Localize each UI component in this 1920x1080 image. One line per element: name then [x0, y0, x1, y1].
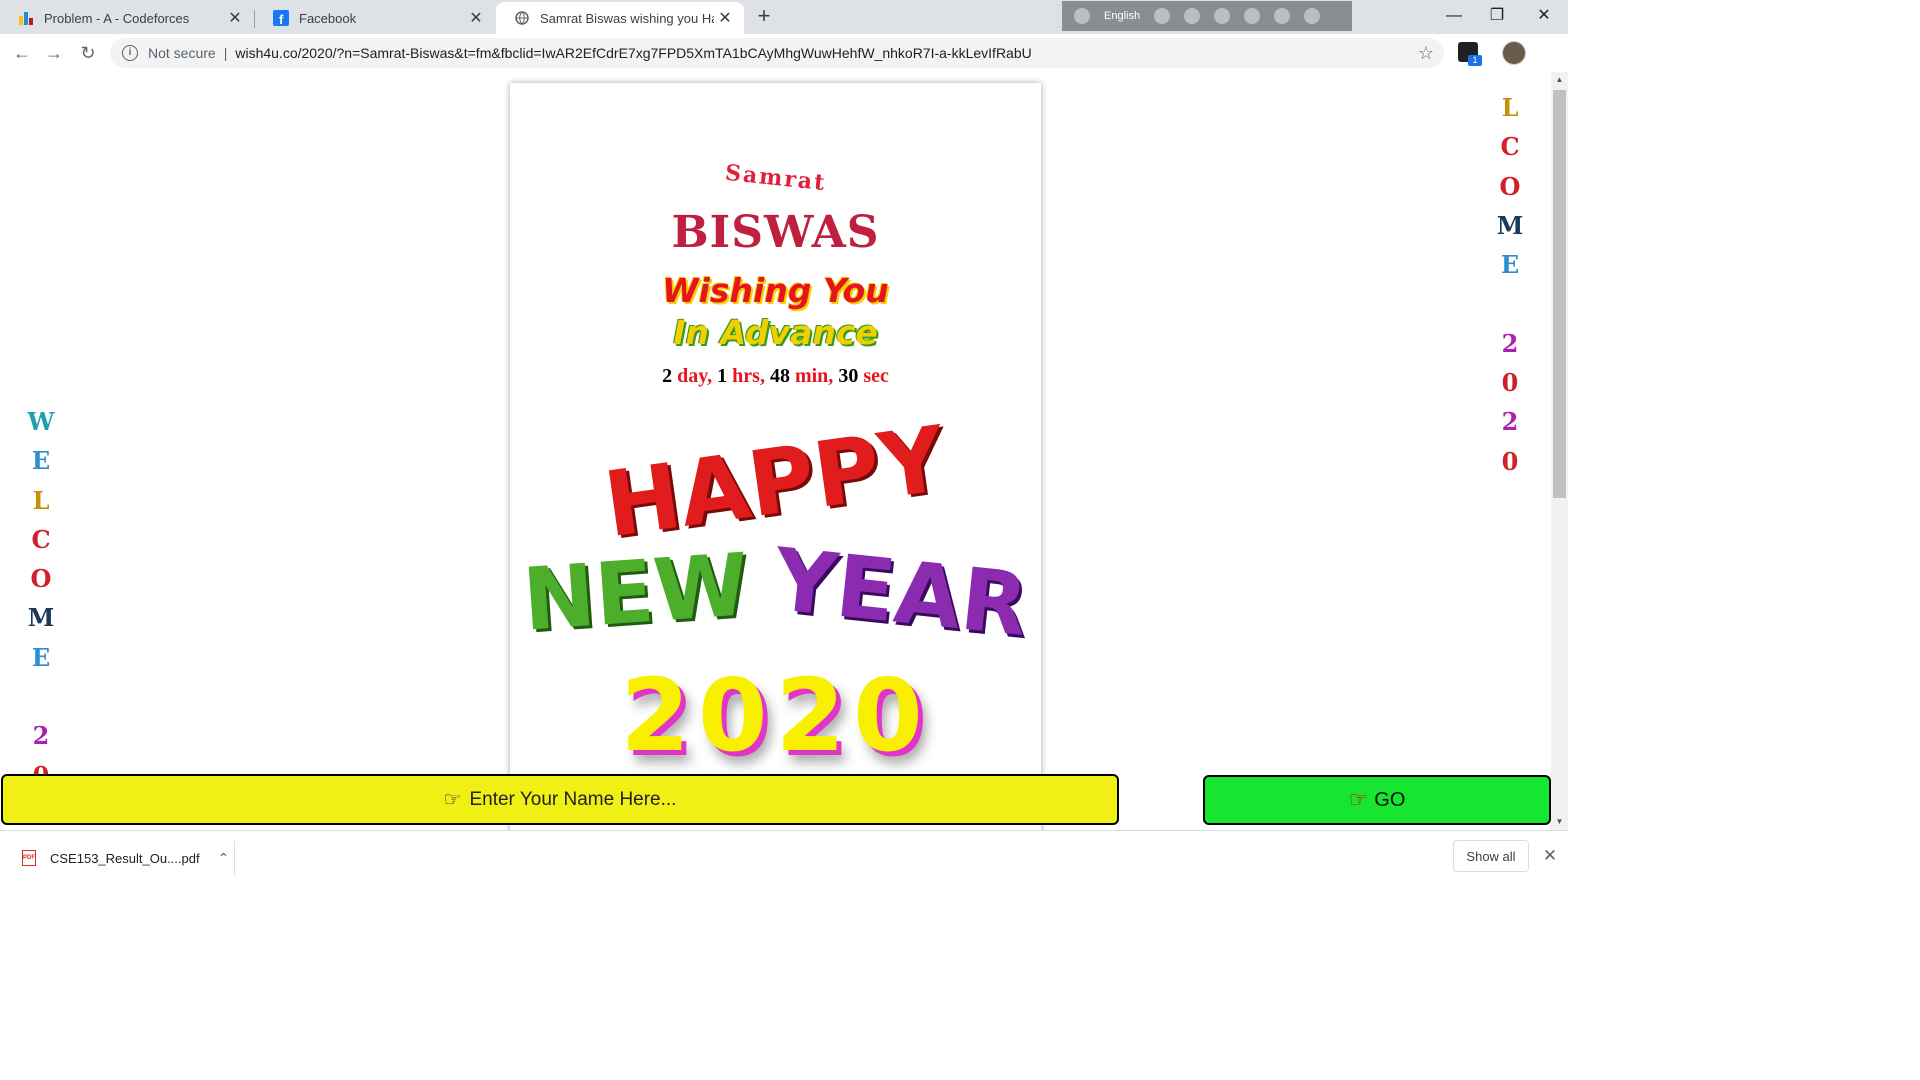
year-word-text: YEAR: [769, 530, 1033, 656]
welcome-column-right: L C O M E 2 0 2 0: [1495, 88, 1525, 481]
happy-heading: HAPPY: [510, 407, 1041, 559]
new-text: NEW: [519, 535, 752, 651]
avatar[interactable]: [1502, 41, 1526, 65]
recipient-last-name: BISWAS: [671, 207, 880, 258]
countdown-timer: 2 day, 1 hrs, 48 min, 30 sec: [660, 365, 891, 388]
extension-badge: 1: [1468, 55, 1482, 66]
letter: O: [1499, 171, 1521, 201]
tab-wish4u[interactable]: Samrat Biswas wishing you Happ ✕: [496, 2, 744, 34]
download-shelf: PDF CSE153_Result_Ou....pdf ⌃ Show all ✕: [0, 830, 1568, 883]
greeting-card: Samrat BISWAS Wishing You In Advance 2 d…: [510, 83, 1041, 830]
countdown-minutes: 48: [769, 365, 790, 387]
letter: L: [32, 485, 50, 515]
new-tab-button[interactable]: +: [754, 4, 774, 28]
letter: W: [27, 407, 55, 436]
settings-icon[interactable]: [1214, 8, 1231, 24]
countdown-hours: 1: [717, 365, 728, 387]
letter: C: [31, 524, 51, 554]
letter: 0: [1501, 368, 1519, 398]
tab-title: Samrat Biswas wishing you Happ: [540, 10, 714, 26]
browser-toolbar: ← → ↻ i Not secure | wish4u.co/2020/?n=S…: [0, 34, 1568, 96]
wish-line-2: In Advance: [673, 313, 878, 352]
tab-title: Facebook: [299, 10, 357, 26]
info-icon[interactable]: [1304, 8, 1321, 24]
bookmark-star-icon[interactable]: ☆: [1418, 43, 1434, 64]
countdown-minutes-unit: min,: [794, 365, 834, 387]
close-icon[interactable]: ✕: [714, 8, 736, 28]
letter: L: [1501, 93, 1519, 122]
letter-gap: [1495, 284, 1525, 323]
help-icon[interactable]: [1274, 8, 1291, 24]
wish-line-1: Wishing You: [662, 271, 889, 310]
letter: M: [27, 603, 55, 633]
year-text: 2020: [620, 657, 931, 774]
url-text[interactable]: wish4u.co/2020/?n=Samrat-Biswas&t=fm&fbc…: [235, 45, 1031, 61]
letter: E: [1500, 250, 1520, 280]
countdown-days: 2: [662, 365, 673, 387]
first-name-text: Samrat: [723, 159, 828, 197]
minimize-button[interactable]: —: [1431, 0, 1477, 32]
tab-codeforces[interactable]: Problem - A - Codeforces ✕: [0, 2, 254, 34]
ie-icon[interactable]: [1244, 8, 1261, 24]
letter: 0: [1501, 446, 1519, 476]
scroll-down-arrow-icon[interactable]: ▼: [1551, 814, 1568, 830]
letter: C: [1500, 132, 1520, 162]
letter-gap: [26, 677, 56, 716]
chevron-up-icon[interactable]: ⌃: [218, 850, 230, 867]
close-icon[interactable]: ✕: [224, 8, 246, 28]
name-input-placeholder[interactable]: Enter Your Name Here...: [469, 789, 676, 811]
letter: O: [30, 564, 52, 594]
letter: 2: [1501, 328, 1519, 358]
tab-strip: Problem - A - Codeforces ✕ f Facebook ✕ …: [0, 0, 1568, 34]
new-year-heading: NEW YEAR: [510, 530, 1041, 656]
globe-icon: [514, 10, 530, 26]
countdown-days-unit: day,: [677, 365, 713, 387]
tools-icon[interactable]: [1184, 8, 1201, 24]
pointing-hand-icon: ☞: [1348, 787, 1369, 812]
security-label[interactable]: Not secure: [148, 45, 216, 61]
scroll-up-arrow-icon[interactable]: ▲: [1551, 72, 1568, 88]
svg-text:f: f: [279, 12, 284, 26]
recipient-first-name: Samrat: [510, 160, 1041, 196]
download-filename[interactable]: CSE153_Result_Ou....pdf: [50, 851, 200, 866]
language-label[interactable]: English: [1104, 10, 1140, 22]
page-viewport: W E L C O M E 2 0 L C O M E 2 0 2 0 Samr…: [0, 72, 1551, 830]
letter: M: [1496, 210, 1524, 240]
language-bar-icon: [1074, 8, 1090, 24]
maximize-button[interactable]: ❐: [1474, 0, 1520, 32]
close-icon[interactable]: ✕: [465, 8, 487, 28]
countdown-hours-unit: hrs,: [732, 365, 765, 387]
go-label: GO: [1374, 788, 1406, 811]
info-icon[interactable]: i: [122, 45, 138, 61]
letter: E: [31, 642, 51, 672]
keyboard-icon[interactable]: [1154, 8, 1171, 24]
vertical-scrollbar[interactable]: ▲ ▼: [1551, 72, 1568, 830]
letter: 2: [1501, 407, 1519, 437]
tab-title: Problem - A - Codeforces: [44, 10, 190, 26]
pointing-hand-icon: ☞: [443, 789, 462, 811]
happy-text: HAPPY: [598, 406, 953, 559]
close-window-button[interactable]: ✕: [1521, 0, 1567, 32]
pdf-file-icon: PDF: [22, 850, 36, 866]
letter: 2: [32, 721, 50, 751]
forward-arrow-icon[interactable]: →: [40, 39, 68, 67]
tab-facebook[interactable]: f Facebook ✕: [255, 2, 495, 34]
welcome-column-left: W E L C O M E 2 0: [26, 402, 56, 795]
scrollbar-thumb[interactable]: [1553, 90, 1566, 498]
letter: E: [31, 446, 51, 476]
download-item[interactable]: PDF CSE153_Result_Ou....pdf ⌃: [12, 841, 235, 875]
show-all-button[interactable]: Show all: [1453, 840, 1529, 872]
address-bar[interactable]: i Not secure | wish4u.co/2020/?n=Samrat-…: [110, 38, 1444, 68]
name-input[interactable]: ☞ Enter Your Name Here...: [1, 774, 1119, 825]
facebook-icon: f: [273, 10, 289, 26]
close-icon[interactable]: ✕: [1540, 845, 1560, 867]
back-arrow-icon[interactable]: ←: [8, 39, 36, 67]
countdown-seconds: 30: [838, 365, 859, 387]
countdown-seconds-unit: sec: [863, 365, 889, 387]
reload-icon[interactable]: ↻: [74, 39, 102, 67]
divider: |: [223, 45, 228, 61]
language-bar[interactable]: English: [1062, 1, 1352, 31]
go-button[interactable]: ☞ GO: [1203, 775, 1551, 825]
codeforces-icon: [18, 10, 34, 26]
